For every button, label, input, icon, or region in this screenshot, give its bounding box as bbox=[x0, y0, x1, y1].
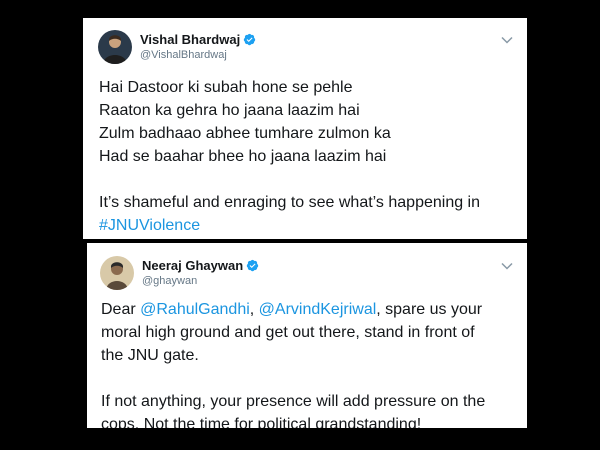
mention-link[interactable]: @ArvindKejriwal bbox=[259, 301, 377, 318]
tweet-hashtag-line: #JNUViolence bbox=[99, 214, 480, 237]
poem-line: Raaton ka gehra ho jaana laazim hai bbox=[99, 102, 360, 119]
tweet-line: the JNU gate. bbox=[101, 347, 199, 364]
text-fragment: Dear bbox=[101, 301, 141, 318]
tweet-text: Dear @RahulGandhi, @ArvindKejriwal, spar… bbox=[101, 298, 485, 428]
avatar[interactable] bbox=[100, 256, 134, 290]
poem-line: Had se baahar bhee ho jaana laazim hai bbox=[99, 148, 387, 165]
tweet-line: moral high ground and get out there, sta… bbox=[101, 324, 475, 341]
tweet-card-neeraj-ghaywan[interactable]: Neeraj Ghaywan @ghaywan Dear @RahulGandh… bbox=[87, 243, 527, 428]
chevron-down-icon[interactable] bbox=[501, 36, 513, 44]
poem-line: Hai Dastoor ki subah hone se pehle bbox=[99, 79, 353, 96]
tweet-line: cops. Not the time for political grandst… bbox=[101, 416, 422, 428]
mention-link[interactable]: @RahulGandhi bbox=[140, 301, 250, 318]
tweet-card-vishal-bhardwaj[interactable]: Vishal Bhardwaj @VishalBhardwaj Hai Dast… bbox=[83, 18, 527, 239]
user-avatar-icon bbox=[100, 256, 134, 290]
verified-badge-icon bbox=[246, 259, 259, 272]
user-handle[interactable]: @VishalBhardwaj bbox=[140, 49, 227, 61]
verified-badge-icon bbox=[243, 33, 256, 46]
tweet-line: Dear @RahulGandhi, @ArvindKejriwal, spar… bbox=[101, 298, 485, 321]
hashtag-link[interactable]: #JNUViolence bbox=[99, 217, 200, 234]
user-avatar-icon bbox=[98, 30, 132, 64]
name-row: Neeraj Ghaywan bbox=[142, 258, 259, 273]
name-row: Vishal Bhardwaj bbox=[140, 32, 256, 47]
text-fragment: , spare us your bbox=[376, 301, 483, 318]
user-handle[interactable]: @ghaywan bbox=[142, 275, 197, 287]
tweet-closing-line: It’s shameful and enraging to see what’s… bbox=[99, 194, 481, 211]
avatar[interactable] bbox=[98, 30, 132, 64]
tweet-text: Hai Dastoor ki subah hone se pehle Raato… bbox=[99, 76, 480, 237]
tweet-line: If not anything, your presence will add … bbox=[101, 393, 486, 410]
display-name[interactable]: Vishal Bhardwaj bbox=[140, 32, 240, 47]
text-fragment: , bbox=[249, 301, 259, 318]
chevron-down-icon[interactable] bbox=[501, 262, 513, 270]
display-name[interactable]: Neeraj Ghaywan bbox=[142, 258, 243, 273]
poem-line: Zulm badhaao abhee tumhare zulmon ka bbox=[99, 125, 391, 142]
